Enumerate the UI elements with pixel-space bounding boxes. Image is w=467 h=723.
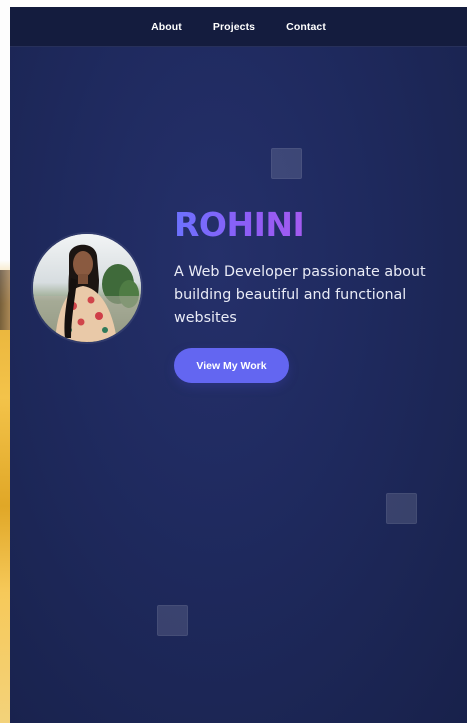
decorative-square bbox=[271, 148, 302, 179]
decorative-square bbox=[157, 605, 188, 636]
background-image-edge bbox=[0, 0, 10, 723]
nav-link-contact[interactable]: Contact bbox=[286, 21, 326, 33]
top-navigation: About Projects Contact bbox=[10, 7, 467, 47]
nav-link-projects[interactable]: Projects bbox=[213, 21, 255, 33]
avatar bbox=[33, 234, 141, 342]
hero-tagline: A Web Developer passionate about buildin… bbox=[174, 264, 426, 326]
profile-photo-icon bbox=[33, 234, 141, 342]
background-image-shade bbox=[0, 270, 10, 330]
decorative-square bbox=[386, 493, 417, 524]
nav-link-about[interactable]: About bbox=[151, 21, 182, 33]
hero-name: ROHINI bbox=[174, 205, 305, 244]
portfolio-page: About Projects Contact ROHINI A Web Deve… bbox=[10, 7, 467, 723]
view-my-work-button[interactable]: View My Work bbox=[174, 348, 289, 383]
